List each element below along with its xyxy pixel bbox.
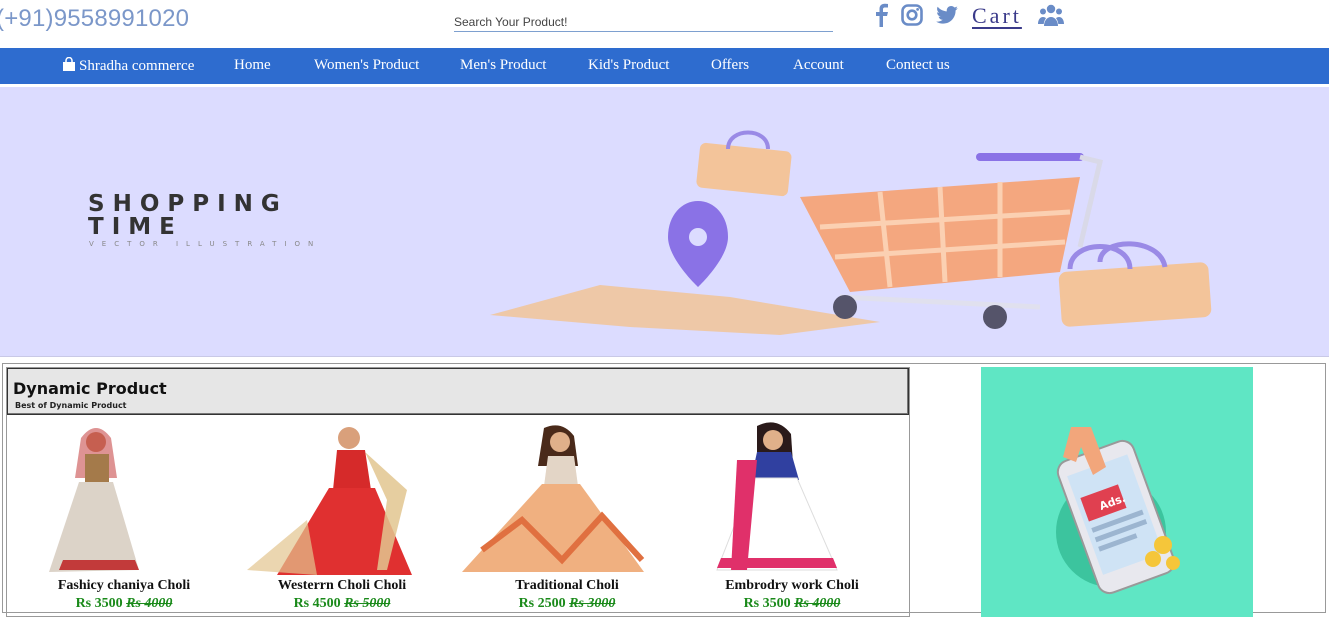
product-price: Rs 3500 Rs 4000 — [743, 596, 841, 611]
section-title: Dynamic Product — [13, 379, 167, 398]
search-input[interactable] — [454, 8, 833, 32]
product-name: Westerrn Choli Choli — [277, 578, 407, 593]
nav-womens-product[interactable]: Women's Product — [314, 57, 419, 74]
nav-contact-us[interactable]: Contect us — [886, 57, 950, 74]
top-bar: (+91)9558991020 Cart — [0, 0, 1329, 48]
mobile-ad-illustration: Ads. — [1056, 427, 1180, 595]
section-subtitle: Best of Dynamic Product — [15, 401, 127, 410]
nav-home[interactable]: Home — [234, 57, 271, 74]
phone-number: (+91)9558991020 — [0, 5, 190, 32]
dynamic-product-panel: Dynamic Product Best of Dynamic Product … — [6, 367, 910, 617]
product-image — [716, 422, 838, 571]
product-card[interactable]: Embrodry work Choli Rs 3500 Rs 4000 — [687, 420, 897, 620]
product-price: Rs 2500 Rs 3000 — [518, 596, 616, 611]
product-price: Rs 3500 Rs 4000 — [75, 596, 173, 611]
product-image — [462, 425, 645, 572]
shopping-cart-illustration — [490, 130, 1212, 335]
product-card[interactable]: Fashicy chaniya Choli Rs 3500 Rs 4000 — [19, 420, 229, 620]
brand-link[interactable]: Shradha commerce — [62, 56, 195, 76]
cart-link[interactable]: Cart — [972, 3, 1022, 29]
product-card[interactable]: Westerrn Choli Choli Rs 4500 Rs 5000 — [237, 420, 447, 620]
ad-banner[interactable]: Ads. — [981, 367, 1253, 617]
twitter-icon[interactable] — [936, 2, 958, 28]
shopping-bag-icon — [62, 56, 76, 76]
main-nav: Shradha commerce Home Women's Product Me… — [0, 48, 1329, 84]
hero-title: SHOPPING TIME — [88, 191, 288, 240]
users-icon[interactable] — [1038, 2, 1064, 28]
facebook-icon[interactable] — [874, 2, 888, 28]
content-area: Dynamic Product Best of Dynamic Product … — [2, 363, 1326, 617]
product-name: Traditional Choli — [515, 578, 619, 593]
nav-account[interactable]: Account — [793, 57, 844, 74]
product-name: Fashicy chaniya Choli — [57, 578, 191, 593]
product-name: Embrodry work Choli — [725, 578, 859, 593]
hero-subtitle: VECTOR ILLUSTRATION — [89, 240, 322, 248]
product-card[interactable]: Traditional Choli Rs 2500 Rs 3000 — [462, 420, 672, 620]
hero-banner: SHOPPING TIME VECTOR ILLUSTRATION — [0, 87, 1329, 357]
nav-mens-product[interactable]: Men's Product — [460, 57, 546, 74]
nav-kids-product[interactable]: Kid's Product — [588, 57, 669, 74]
product-image — [247, 427, 412, 575]
instagram-icon[interactable] — [901, 2, 923, 28]
nav-offers[interactable]: Offers — [711, 57, 749, 74]
brand-name: Shradha commerce — [79, 58, 195, 74]
panel-header: Dynamic Product Best of Dynamic Product — [7, 368, 909, 415]
product-price: Rs 4500 Rs 5000 — [293, 596, 391, 611]
product-image — [49, 428, 139, 572]
